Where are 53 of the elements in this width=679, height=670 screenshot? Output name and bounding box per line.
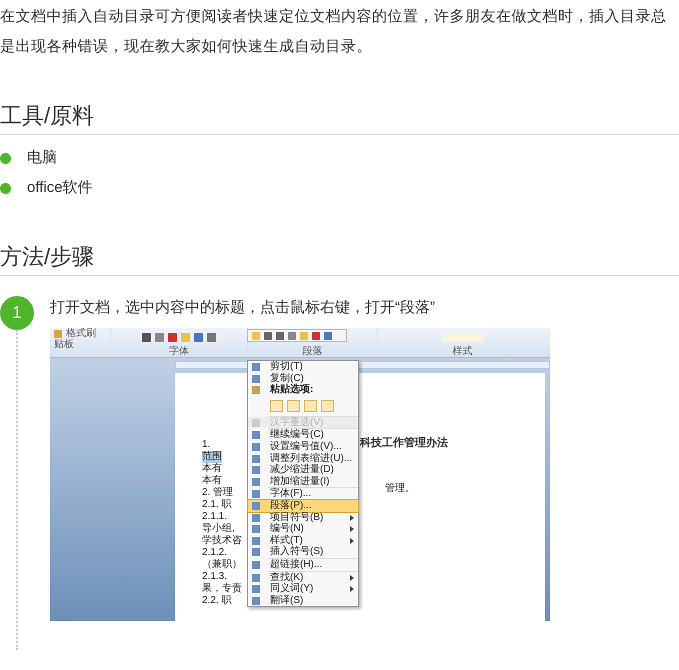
document-text: 2.2. 职	[202, 595, 232, 607]
group-label: 样式	[452, 346, 472, 357]
menu-item[interactable]: 查找(K)	[248, 572, 358, 584]
menu-item[interactable]: 设置编号值(V)...	[248, 440, 358, 453]
menu-item[interactable]: 字体(F)...	[248, 488, 358, 500]
menu-item[interactable]: 减少缩进量(D)	[248, 464, 358, 476]
intro-paragraph: 在文档中插入自动目录可方便阅读者快速定位文档内容的位置，许多朋友在做文档时，插入目录总是出现各种错误，现在教大家如何快速生成自动目录。	[0, 7, 668, 57]
document-text: 2. 管理	[202, 487, 234, 499]
document-text: （兼职）	[202, 559, 242, 571]
document-text: 学技术咨	[202, 535, 242, 547]
document-text: 2.1. 职	[202, 499, 232, 511]
step-text: 打开文档，选中内容中的标题，点击鼠标右键，打开“段落”	[50, 298, 436, 318]
menu-item[interactable]: 剪切(T)	[248, 361, 358, 373]
menu-item[interactable]: 增加缩进量(I)	[248, 476, 358, 488]
menu-item[interactable]: 样式(T)	[248, 534, 358, 546]
menu-item[interactable]: 复制(C)	[248, 372, 358, 384]
menu-item[interactable]: 调整列表缩进(U)...	[248, 452, 358, 464]
paste-icon[interactable]	[252, 386, 260, 394]
group-label: 贴板	[54, 339, 75, 350]
document-title: 科技工作管理办法	[360, 436, 448, 451]
document-text: 2.1.2.	[202, 547, 228, 559]
paste-option-icon[interactable]	[304, 400, 317, 412]
menu-item[interactable]: 段落(P)...	[248, 500, 358, 512]
section-heading: 工具/原料	[0, 102, 679, 135]
document-text: 管理。	[385, 483, 415, 495]
document-text: 果，专责	[202, 583, 242, 595]
group-label: 段落	[302, 346, 322, 357]
menu-item[interactable]: 继续编号(C)	[248, 429, 358, 441]
section-heading: 方法/步骤	[0, 243, 679, 276]
bullet-icon	[0, 152, 11, 164]
document-text: 范围	[202, 451, 222, 463]
menu-item[interactable]: 插入符号(S)	[248, 546, 358, 558]
paste-option-icon[interactable]	[270, 400, 283, 412]
document-text: 本有	[202, 463, 222, 474]
list-item: 电脑	[27, 148, 57, 168]
document-text: 本有	[202, 475, 222, 487]
menu-item[interactable]: 编号(N)	[248, 523, 358, 535]
menu-item[interactable]: 同义词(Y)	[248, 583, 358, 595]
document-text: 导小组,	[202, 523, 235, 534]
document-text: 2.1.3.	[202, 571, 228, 582]
group-label: 字体	[169, 346, 189, 357]
paste-option-icon[interactable]	[287, 400, 300, 412]
document-text: 1.	[202, 439, 210, 450]
menu-item[interactable]: 翻译(S)	[248, 594, 358, 606]
menu-item[interactable]: 粘贴选项:	[248, 384, 358, 396]
format-painter-button[interactable]: 格式刷	[54, 328, 106, 339]
document-text: 2.1.1.	[202, 511, 228, 522]
step-number: 1	[0, 296, 34, 330]
bullet-icon	[0, 182, 11, 194]
list-item: office软件	[27, 178, 93, 198]
menu-item[interactable]: 项目符号(B)	[248, 512, 358, 524]
menu-item[interactable]: 超链接(H)...	[248, 558, 358, 570]
paste-option-icon[interactable]	[321, 400, 334, 412]
